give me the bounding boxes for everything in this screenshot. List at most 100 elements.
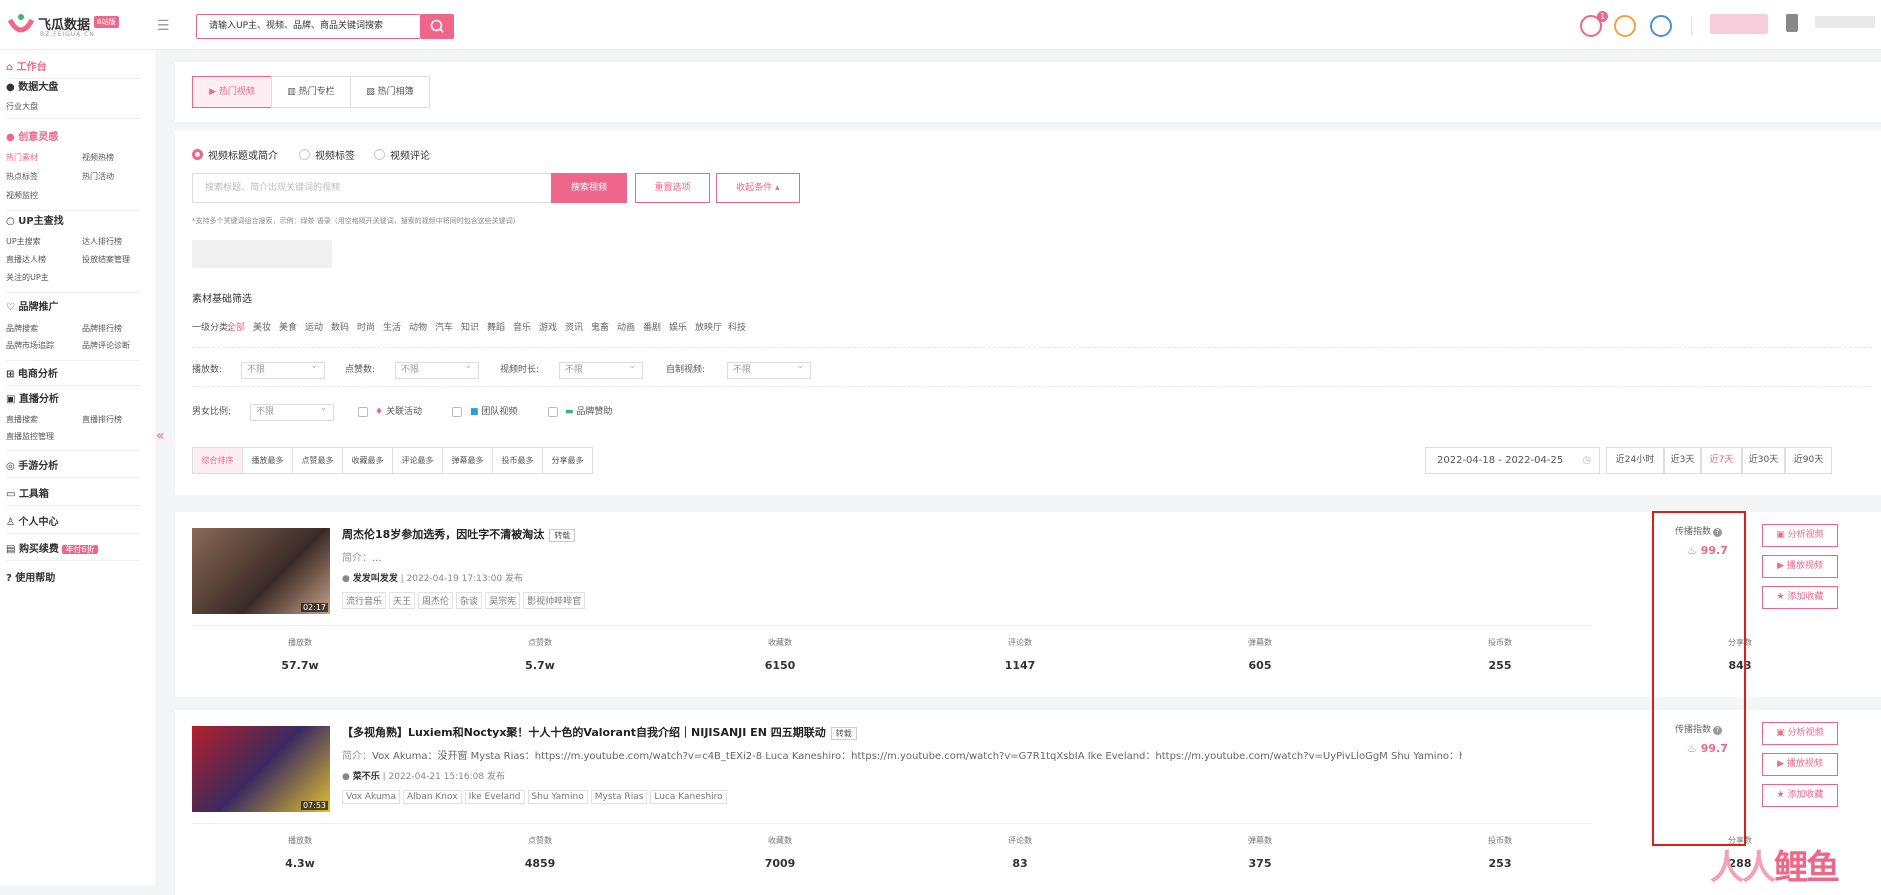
sidebar-ecommerce[interactable]: ⊞ 电商分析 — [6, 365, 58, 380]
analyze-video-button[interactable]: ▣ 分析视频 — [1762, 524, 1838, 547]
global-search-input[interactable]: 请输入UP主、视频、品牌、商品关键词搜索 — [196, 14, 421, 39]
customer-service-icon[interactable] — [1650, 15, 1672, 37]
sidebar-item-campaign[interactable]: 投放结案管理 — [82, 254, 130, 265]
sort-option[interactable]: 弹幕最多 — [442, 447, 493, 474]
sort-option[interactable]: 投币最多 — [492, 447, 543, 474]
video-thumbnail[interactable]: 02:17 — [192, 528, 330, 614]
sidebar-item-brand-rank[interactable]: 品牌排行榜 — [82, 323, 122, 334]
video-thumbnail[interactable]: 07:53 — [192, 726, 330, 812]
video-tag[interactable]: Vox Akuma — [342, 790, 400, 804]
sidebar-item-follow[interactable]: 关注的UP主 — [6, 272, 49, 283]
sidebar-item-live-monitor[interactable]: 直播监控管理 — [6, 431, 54, 442]
category-item[interactable]: 音乐 — [513, 320, 531, 333]
video-tag[interactable]: 天王 — [389, 592, 416, 609]
add-favorite-button[interactable]: ★ 添加收藏 — [1762, 586, 1838, 609]
avatar[interactable] — [1710, 14, 1768, 34]
video-tag[interactable]: Shu Yamino — [527, 790, 588, 804]
play-video-button[interactable]: ▶ 播放视频 — [1762, 753, 1838, 776]
category-item[interactable]: 汽车 — [435, 320, 453, 333]
sidebar-item-live-rank[interactable]: 直播排行榜 — [82, 414, 122, 425]
self-made-select[interactable]: 不限 — [727, 359, 811, 379]
range-option[interactable]: 近3天 — [1664, 447, 1701, 474]
keyword-input[interactable]: 搜索标题、简介出现关键词的视频 — [192, 173, 552, 203]
sidebar-item-hot-activity[interactable]: 热门活动 — [82, 171, 114, 182]
search-button[interactable] — [421, 14, 454, 39]
category-item[interactable]: 全部 — [227, 320, 245, 333]
clock-icon[interactable] — [1614, 15, 1636, 37]
sidebar-item-hot-material[interactable]: 热门素材 — [6, 152, 38, 163]
category-item[interactable]: 运动 — [305, 320, 323, 333]
sort-option[interactable]: 收藏最多 — [342, 447, 393, 474]
category-item[interactable]: 游戏 — [539, 320, 557, 333]
tab-hot-album[interactable]: ▨ 热门相簿 — [350, 76, 430, 108]
category-item[interactable]: 放映厅 — [695, 320, 722, 333]
sort-option[interactable]: 播放最多 — [242, 447, 293, 474]
gender-ratio-select[interactable]: 不限 — [250, 401, 334, 421]
video-tag[interactable]: Mysta Rias — [590, 790, 648, 804]
video-tag[interactable]: 杂谈 — [456, 592, 483, 609]
category-item[interactable]: 美妆 — [253, 320, 271, 333]
range-option[interactable]: 近90天 — [1785, 447, 1832, 474]
like-count-select[interactable]: 不限 — [395, 359, 479, 379]
play-count-select[interactable]: 不限 — [241, 359, 325, 379]
category-item[interactable]: 娱乐 — [669, 320, 687, 333]
sidebar-item-brand-market[interactable]: 品牌市场追踪 — [6, 340, 54, 351]
sidebar-workbench[interactable]: ⌂ 工作台 — [6, 58, 47, 73]
video-title-text[interactable]: 【多视角熟】Luxiem和Noctyx聚！十人十色的Valorant自我介绍｜N… — [342, 726, 826, 739]
menu-toggle-icon[interactable]: ☰ — [157, 18, 170, 34]
category-item[interactable]: 鬼畜 — [591, 320, 609, 333]
category-item[interactable]: 时尚 — [357, 320, 375, 333]
sidebar-item-industry[interactable]: 行业大盘 — [6, 101, 38, 112]
category-item[interactable]: 生活 — [383, 320, 401, 333]
analyze-video-button[interactable]: ▣ 分析视频 — [1762, 722, 1838, 745]
author-name[interactable]: 菜不乐 — [353, 772, 380, 782]
sidebar-help[interactable]: ? 使用帮助 — [6, 569, 55, 584]
sort-option[interactable]: 分享最多 — [542, 447, 593, 474]
range-option[interactable]: 近30天 — [1742, 447, 1785, 474]
sort-option[interactable]: 点赞最多 — [292, 447, 343, 474]
video-tag[interactable]: 吴宗宪 — [485, 592, 521, 609]
video-tag[interactable]: 流行音乐 — [342, 592, 387, 609]
checkbox-team[interactable] — [452, 407, 462, 417]
category-item[interactable]: 科技 — [728, 320, 746, 333]
search-video-button[interactable]: 搜索视频 — [551, 173, 627, 203]
sidebar-item-video-monitor[interactable]: 视频监控 — [6, 190, 38, 201]
username[interactable] — [1815, 16, 1875, 28]
sidebar-collapse-icon[interactable]: « — [156, 428, 165, 444]
author-name[interactable]: 发发叫发发 — [353, 574, 398, 584]
sidebar-game[interactable]: ◎ 手游分析 — [6, 457, 58, 472]
category-item[interactable]: 舞蹈 — [487, 320, 505, 333]
category-item[interactable]: 动物 — [409, 320, 427, 333]
category-item[interactable]: 动画 — [617, 320, 635, 333]
category-item[interactable]: 番剧 — [643, 320, 661, 333]
category-item[interactable]: 数码 — [331, 320, 349, 333]
play-video-button[interactable]: ▶ 播放视频 — [1762, 555, 1838, 578]
sort-option[interactable]: 综合排序 — [192, 447, 243, 474]
category-item[interactable]: 知识 — [461, 320, 479, 333]
category-item[interactable]: 资讯 — [565, 320, 583, 333]
sort-option[interactable]: 评论最多 — [392, 447, 443, 474]
category-item[interactable]: 美食 — [279, 320, 297, 333]
sidebar-item-video-hot[interactable]: 视频热榜 — [82, 152, 114, 163]
sidebar-item-rank[interactable]: 达人排行榜 — [82, 236, 122, 247]
range-option[interactable]: 近7天 — [1701, 447, 1742, 474]
checkbox-activity[interactable] — [358, 407, 368, 417]
sidebar-tools[interactable]: ▭ 工具箱 — [6, 485, 49, 500]
sidebar-item-live-search[interactable]: 直播搜索 — [6, 414, 38, 425]
sidebar-item-brand-search[interactable]: 品牌搜索 — [6, 323, 38, 334]
sidebar-buy[interactable]: ▤ 购买续费 年付6折 — [6, 540, 98, 555]
tab-hot-video[interactable]: ▶ 热门视频 — [192, 76, 272, 108]
collapse-filter-button[interactable]: 收起条件 ▴ — [716, 173, 800, 203]
sidebar-item-up-search[interactable]: UP主搜索 — [6, 236, 41, 247]
date-range-picker[interactable]: 2022-04-18 - 2022-04-25 ◷ — [1425, 447, 1600, 474]
checkbox-sponsor[interactable] — [548, 407, 558, 417]
video-tag[interactable]: 周杰伦 — [418, 592, 454, 609]
video-title[interactable]: 【多视角熟】Luxiem和Noctyx聚！十人十色的Valorant自我介绍｜N… — [342, 724, 857, 740]
tab-hot-column[interactable]: ▥ 热门专栏 — [271, 76, 351, 108]
add-favorite-button[interactable]: ★ 添加收藏 — [1762, 784, 1838, 807]
sidebar-item-live-talent[interactable]: 直播达人榜 — [6, 254, 46, 265]
video-tag[interactable]: 影视帅哔哔官 — [523, 592, 586, 609]
radio-video-tag[interactable] — [299, 149, 310, 160]
radio-video-comment[interactable] — [374, 149, 385, 160]
reset-button[interactable]: 重置选项 — [635, 173, 710, 203]
